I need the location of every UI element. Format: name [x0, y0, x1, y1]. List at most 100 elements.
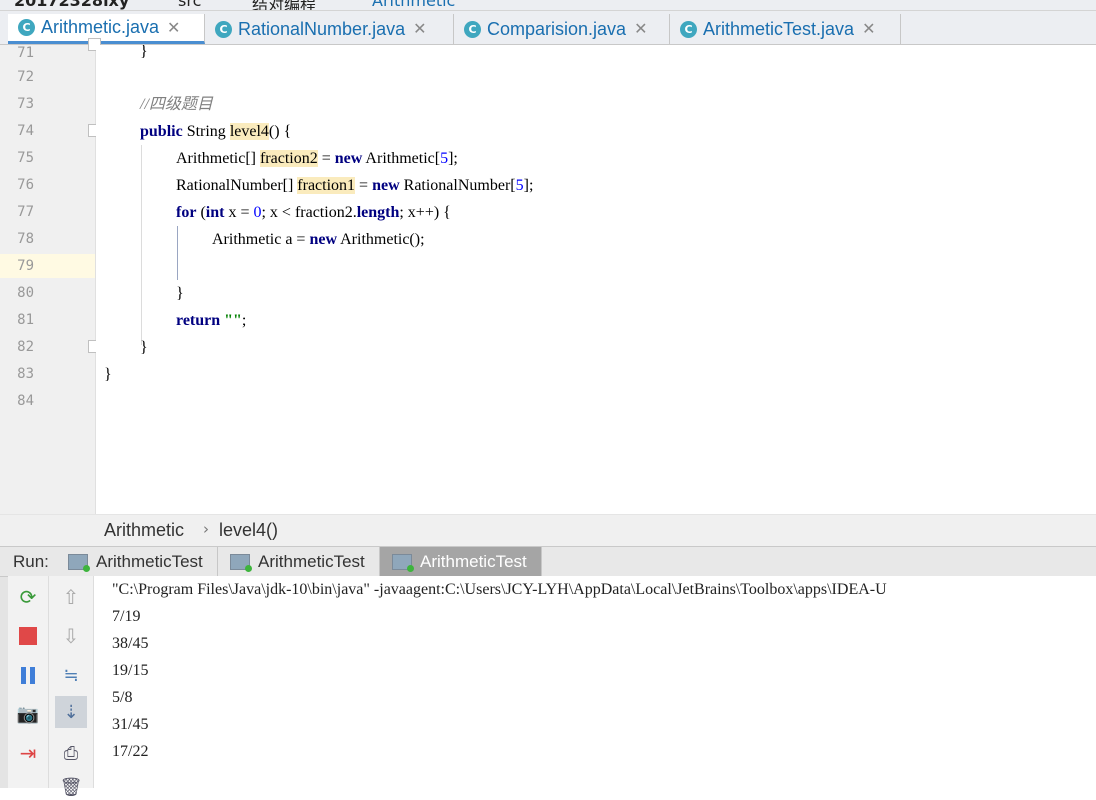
close-icon[interactable]: ✕	[862, 19, 875, 39]
code-token: (	[196, 204, 206, 221]
line-number: 82	[17, 339, 34, 355]
keyword: new	[309, 231, 337, 248]
run-label: Run:	[13, 552, 49, 571]
run-config-icon	[392, 553, 414, 572]
run-tab-label: ArithmeticTest	[96, 551, 203, 571]
run-tab[interactable]: ArithmeticTest	[218, 547, 380, 576]
run-config-icon	[68, 553, 90, 572]
variable: fraction1	[297, 177, 356, 194]
keyword: return	[176, 312, 221, 329]
navigation-bar: 20172328lxy src 结对编程 Arithmetic	[0, 0, 1096, 11]
code-line-82: }	[140, 339, 148, 356]
run-toolbar-secondary: ⇧ ⇩ ≒ ⇣ ⎙ 🗑	[49, 576, 94, 798]
code-line-71: }	[140, 45, 148, 60]
code-token: =	[317, 150, 335, 167]
keyword: new	[372, 177, 400, 194]
console-output[interactable]: "C:\Program Files\Java\jdk-10\bin\java" …	[94, 576, 1096, 788]
keyword: new	[334, 150, 363, 167]
scroll-to-end-icon[interactable]: ⇣	[55, 696, 87, 728]
code-token: () {	[268, 123, 292, 140]
code-token: RationalNumber[	[399, 177, 516, 194]
line-number: 83	[17, 366, 34, 382]
close-icon[interactable]: ✕	[413, 19, 426, 39]
indent-guide	[141, 145, 142, 345]
run-tab[interactable]: ArithmeticTest	[56, 547, 218, 576]
code-line-74: public String level4() {	[140, 118, 291, 145]
code-token: ;	[241, 312, 247, 329]
nav-src[interactable]: src	[178, 0, 201, 10]
console-line: 17/22	[112, 743, 149, 760]
editor-breadcrumb: Arithmetic › level4()	[0, 514, 1096, 546]
indent-guide	[177, 226, 178, 280]
test-class-icon: C	[680, 20, 697, 38]
nav-package[interactable]: 结对编程	[252, 0, 316, 10]
line-number: 78	[17, 231, 34, 247]
pause-icon[interactable]	[15, 662, 41, 688]
code-editor[interactable]: } //四级题目 public String level4() { Arithm…	[96, 45, 1096, 514]
soft-wrap-icon[interactable]: ≒	[58, 662, 84, 688]
code-token: =	[355, 177, 373, 194]
code-line-77: for (int x = 0; x < fraction2.length; x+…	[176, 199, 451, 226]
stop-icon[interactable]	[15, 623, 41, 649]
breadcrumb-method[interactable]: level4()	[219, 520, 278, 541]
run-config-icon	[230, 553, 252, 572]
tab-arithmetictest-java[interactable]: C ArithmeticTest.java ✕	[670, 14, 901, 44]
tab-label: Comparision.java	[487, 18, 627, 39]
code-line-80: }	[176, 285, 184, 302]
tab-label: RationalNumber.java	[238, 18, 406, 39]
console-line: "C:\Program Files\Java\jdk-10\bin\java" …	[112, 581, 887, 598]
line-number: 73	[17, 96, 34, 112]
tab-rationalnumber-java[interactable]: C RationalNumber.java ✕	[205, 14, 454, 44]
tab-label: Arithmetic.java	[41, 17, 160, 37]
nav-project[interactable]: 20172328lxy	[14, 0, 129, 10]
code-line-81: return "";	[176, 307, 246, 334]
run-tab-active[interactable]: ArithmeticTest	[380, 547, 542, 576]
number-literal: 5	[515, 177, 524, 194]
code-line-75: Arithmetic[] fraction2 = new Arithmetic[…	[176, 145, 458, 172]
console-line: 7/19	[112, 608, 141, 625]
code-token: String	[182, 123, 230, 140]
method-name: level4	[229, 123, 269, 140]
arrow-up-icon[interactable]: ⇧	[58, 584, 84, 610]
keyword: for	[176, 204, 197, 221]
run-tab-label: ArithmeticTest	[420, 551, 527, 571]
rerun-icon[interactable]: ⟳	[15, 584, 41, 610]
line-number: 77	[17, 204, 34, 220]
code-token: ];	[448, 150, 458, 167]
variable: fraction2	[259, 150, 318, 167]
close-icon[interactable]: ✕	[634, 19, 647, 39]
line-number: 72	[17, 69, 34, 85]
string-literal: ""	[224, 312, 242, 329]
run-toolbar-primary: ⟳ 📷 ⇥	[8, 576, 49, 788]
trash-icon[interactable]: 🗑	[58, 774, 84, 800]
class-icon: C	[215, 20, 232, 38]
code-token: RationalNumber[]	[176, 177, 298, 194]
breadcrumb-class[interactable]: Arithmetic	[104, 520, 184, 541]
tab-comparision-java[interactable]: C Comparision.java ✕	[454, 14, 670, 44]
code-token: Arithmetic a =	[212, 231, 310, 248]
code-line-78: Arithmetic a = new Arithmetic();	[212, 226, 425, 253]
exit-icon[interactable]: ⇥	[15, 740, 41, 766]
code-line-76: RationalNumber[] fraction1 = new Rationa…	[176, 172, 533, 199]
camera-icon[interactable]: 📷	[15, 701, 41, 727]
keyword: public	[140, 123, 183, 140]
console-line: 38/45	[112, 635, 149, 652]
comment: //四级题目	[140, 96, 213, 113]
code-token: Arithmetic[]	[176, 150, 260, 167]
line-number: 75	[17, 150, 34, 166]
tab-label: ArithmeticTest.java	[703, 18, 855, 39]
breadcrumb-separator: ›	[203, 520, 209, 538]
line-number: 76	[17, 177, 34, 193]
line-number: 79	[17, 258, 34, 274]
code-line-73: //四级题目	[140, 91, 213, 118]
nav-class[interactable]: Arithmetic	[372, 0, 455, 10]
code-line-83: }	[104, 366, 112, 383]
tab-arithmetic-java[interactable]: C Arithmetic.java ✕	[8, 14, 205, 44]
console-line: 19/15	[112, 662, 149, 679]
print-icon[interactable]: ⎙	[58, 740, 84, 766]
editor-tab-bar: C Arithmetic.java ✕ C RationalNumber.jav…	[0, 11, 1096, 45]
close-icon[interactable]: ✕	[167, 18, 180, 38]
class-icon: C	[464, 20, 481, 38]
arrow-down-icon[interactable]: ⇩	[58, 623, 84, 649]
run-tool-window-header: Run: ArithmeticTest ArithmeticTest Arith…	[0, 546, 1096, 577]
